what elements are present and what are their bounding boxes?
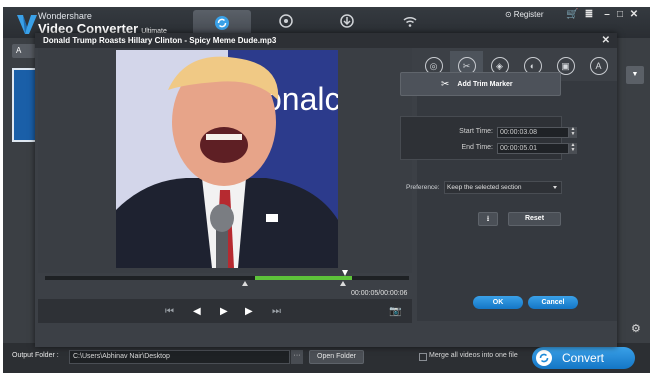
register-label: Register — [513, 10, 544, 19]
video-frame: onalc — [116, 50, 338, 268]
time-readout: 00:00:05/00:00:06 — [351, 290, 408, 297]
skip-start-icon[interactable]: ⏮ — [165, 305, 174, 317]
start-time-label: Start Time: — [459, 128, 493, 135]
tab-subtitle[interactable]: A — [582, 51, 615, 81]
browse-button[interactable]: ··· — [291, 350, 303, 364]
play-icon[interactable]: ▶︎ — [220, 305, 228, 317]
trim-time-box: Start Time: 00:00:03.08 ▲ ▼ End Time: 00:… — [400, 116, 577, 160]
user-icon: ⊙ — [505, 10, 512, 19]
format-dropdown-button[interactable]: ▼ — [626, 66, 644, 84]
chevron-down-icon — [553, 186, 557, 189]
convert-button[interactable]: Convert — [532, 347, 635, 369]
cancel-button[interactable]: Cancel — [528, 296, 578, 309]
reset-button[interactable]: Reset — [508, 212, 561, 226]
video-preview-area: onalc — [38, 48, 412, 273]
menu-icon[interactable]: ≣ — [583, 9, 595, 21]
merge-label: Merge all videos into one file — [429, 352, 518, 359]
convert-icon — [215, 16, 229, 30]
start-time-input[interactable]: 00:00:03.08 — [497, 127, 569, 138]
trim-timeline[interactable] — [45, 276, 409, 280]
tab-transfer[interactable] — [396, 11, 424, 31]
trim-selection — [255, 276, 352, 280]
minimize-button[interactable]: – — [601, 9, 613, 21]
export-icon[interactable]: ⭳ — [478, 212, 498, 226]
step-forward-icon[interactable]: ▶︎ — [245, 305, 253, 317]
subtitle-icon: A — [589, 57, 608, 75]
app-window: Wondershare Video Converter Ultimate ⊙ Reg… — [0, 0, 654, 376]
end-time-label: End Time: — [461, 144, 493, 151]
ok-button[interactable]: OK — [473, 296, 523, 309]
add-files-label: A — [16, 46, 22, 55]
step-back-icon[interactable]: ◀︎ — [193, 305, 201, 317]
add-trim-marker-button[interactable]: ✂ Add Trim Marker — [400, 72, 561, 96]
start-time-spinner[interactable]: ▲ ▼ — [569, 127, 577, 138]
end-time-spinner[interactable]: ▲ ▼ — [569, 143, 577, 154]
wifi-icon — [403, 16, 417, 27]
video-image: onalc — [116, 50, 338, 268]
preference-label: Preference: — [406, 184, 440, 191]
scissors-plus-icon: ✂ — [441, 78, 450, 90]
disc-icon — [279, 14, 293, 28]
end-time-input[interactable]: 00:00:05.01 — [497, 143, 569, 154]
dialog-title: Donald Trump Roasts Hillary Clinton - Sp… — [43, 36, 277, 45]
skip-end-icon[interactable]: ⏭ — [272, 305, 281, 317]
merge-checkbox[interactable] — [419, 353, 427, 361]
gear-icon[interactable]: ⚙ — [631, 323, 643, 335]
convert-refresh-icon — [536, 350, 552, 366]
screenshot-icon[interactable]: 📷 — [389, 305, 401, 317]
tab-burn[interactable] — [272, 11, 300, 31]
brand-small: Wondershare — [38, 11, 92, 21]
preference-select[interactable]: Keep the selected section — [444, 181, 562, 194]
close-window-button[interactable]: ✕ — [628, 9, 640, 21]
cart-icon[interactable]: 🛒 — [566, 9, 578, 21]
tab-download[interactable] — [333, 11, 361, 31]
dialog-close-icon[interactable]: ✕ — [602, 35, 610, 46]
add-files-button[interactable]: A — [12, 44, 36, 58]
app-logo-icon — [17, 15, 37, 34]
convert-label: Convert — [562, 351, 605, 365]
trim-end-handle[interactable] — [340, 281, 346, 286]
preference-value: Keep the selected section — [447, 184, 522, 191]
dialog-titlebar: Donald Trump Roasts Hillary Clinton - Sp… — [35, 33, 617, 48]
maximize-button[interactable]: □ — [614, 9, 626, 21]
add-trim-marker-label: Add Trim Marker — [457, 80, 513, 88]
output-folder-label: Output Folder : — [12, 352, 59, 359]
output-folder-field[interactable]: C:\Users\Abhinav Nair\Desktop — [69, 350, 290, 364]
register-link[interactable]: ⊙ Register — [505, 10, 544, 19]
download-icon — [340, 14, 354, 28]
trim-start-handle[interactable] — [242, 281, 248, 286]
open-folder-button[interactable]: Open Folder — [309, 350, 364, 364]
